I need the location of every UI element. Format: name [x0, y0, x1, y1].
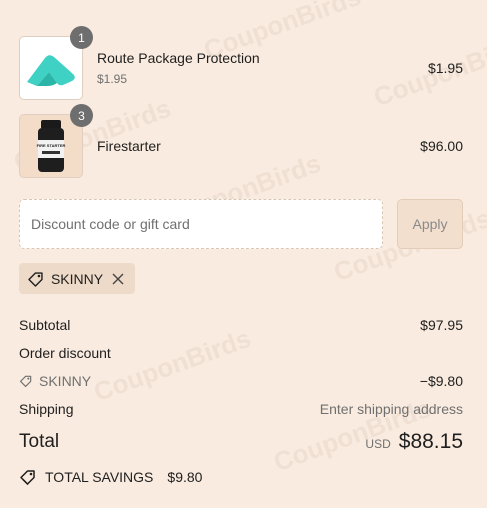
item-name: Firestarter: [97, 138, 161, 154]
savings-value: $9.80: [167, 469, 203, 485]
line-item: 1 Route Package Protection $1.95 $1.95: [19, 26, 463, 100]
savings-tag-icon: [20, 470, 35, 485]
shipping-row: Shipping Enter shipping address: [19, 400, 463, 418]
close-icon: [112, 273, 124, 284]
discount-code-input[interactable]: [19, 199, 383, 249]
item-price: $96.00: [420, 138, 463, 154]
total-label: Total: [19, 431, 60, 452]
order-discount-row: Order discount: [19, 344, 463, 362]
applied-discount-chip: SKINNY: [19, 263, 135, 294]
item-price: $1.95: [427, 60, 463, 76]
shipping-label: Shipping: [19, 401, 74, 417]
product-thumbnail: 1: [19, 26, 93, 100]
total-row: Total USD $88.15: [19, 429, 463, 455]
discount-row: Apply: [19, 199, 463, 249]
remove-discount-button[interactable]: [109, 270, 127, 288]
line-item: FIRE STARTER 3 Firestarter $96.00: [19, 104, 463, 178]
order-discount-label: Order discount: [19, 345, 111, 361]
item-name: Route Package Protection: [97, 50, 260, 66]
tag-icon: [19, 375, 32, 388]
savings-label: TOTAL SAVINGS: [45, 469, 154, 485]
subtotal-label: Subtotal: [19, 317, 71, 333]
currency-label: USD: [365, 437, 391, 451]
bottle-label: FIRE STARTER: [37, 143, 66, 148]
subtotal-row: Subtotal $97.95: [19, 316, 463, 334]
total-savings: TOTAL SAVINGS $9.80: [19, 468, 202, 486]
discount-value: −$9.80: [419, 373, 463, 389]
watermark-text: CouponBirds: [89, 322, 255, 408]
tag-icon: [28, 271, 43, 287]
subtotal-value: $97.95: [420, 317, 463, 333]
route-logo-icon: [27, 55, 75, 86]
discount-code-label: SKINNY: [39, 373, 92, 389]
item-subtitle: $1.95: [97, 72, 128, 86]
supplement-bottle-icon: FIRE STARTER: [37, 120, 66, 172]
apply-button[interactable]: Apply: [397, 199, 463, 249]
shipping-value: Enter shipping address: [319, 401, 463, 417]
quantity-badge: 3: [70, 104, 93, 127]
total-amount: $88.15: [398, 430, 463, 453]
discount-code-row: SKINNY −$9.80: [19, 372, 463, 390]
quantity-badge: 1: [70, 26, 93, 49]
product-thumbnail: FIRE STARTER 3: [19, 104, 93, 178]
applied-code-label: SKINNY: [50, 270, 104, 287]
